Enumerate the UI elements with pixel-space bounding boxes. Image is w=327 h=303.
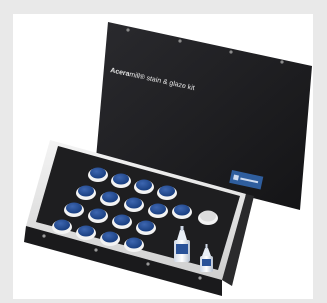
lid-rivet xyxy=(280,60,284,64)
base-rivet xyxy=(146,262,150,266)
base-rivet xyxy=(198,276,202,280)
lid-rivet xyxy=(178,39,182,43)
image-frame: Aceramill® stain & glaze kit xyxy=(0,0,327,303)
base-rivet xyxy=(94,248,98,252)
lid-rivet xyxy=(126,28,130,32)
lid-rivet xyxy=(229,50,233,54)
base-rivet xyxy=(42,234,46,238)
stain-glaze-kit-photo: Aceramill® stain & glaze kit xyxy=(24,22,312,296)
